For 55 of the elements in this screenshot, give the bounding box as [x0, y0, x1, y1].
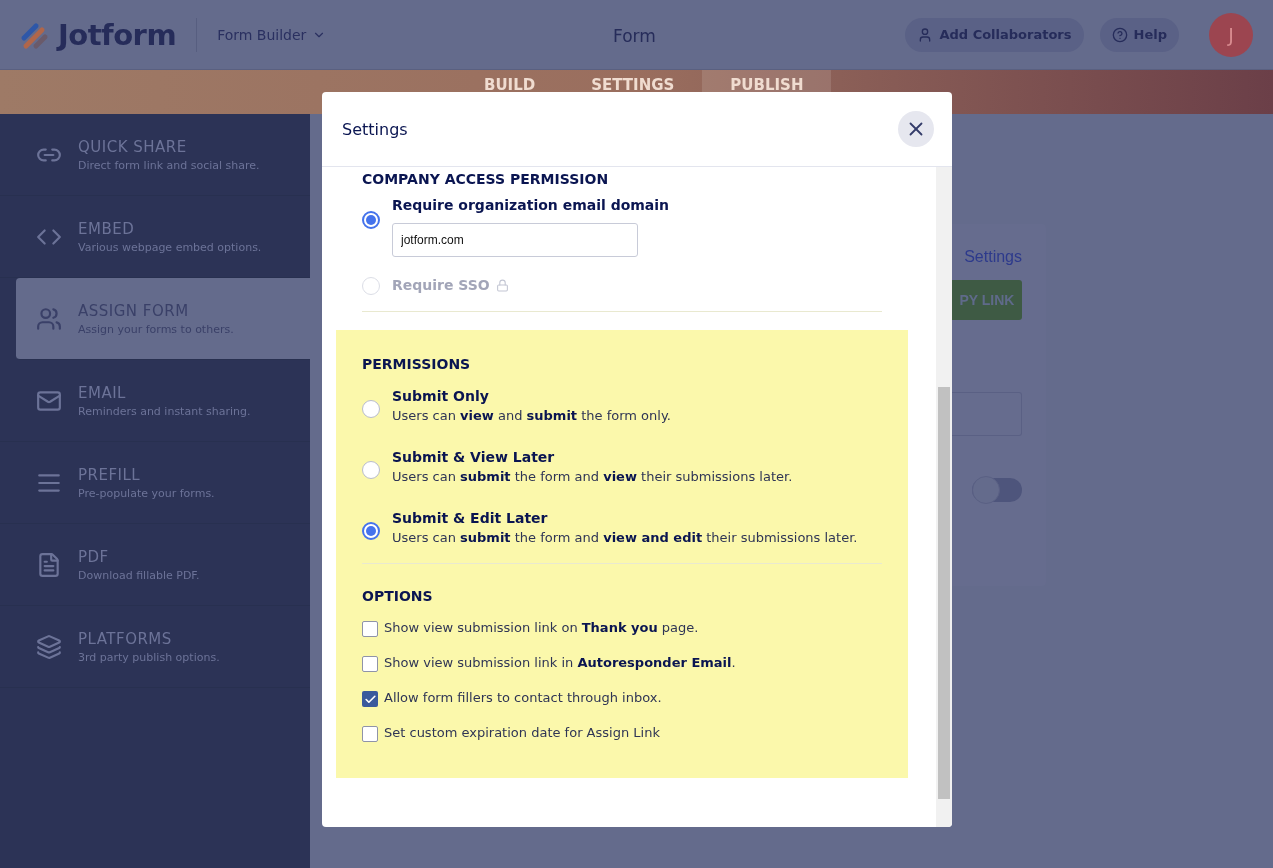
users-icon [36, 305, 62, 332]
option-label: Submit Only [392, 388, 490, 404]
scrollbar[interactable] [936, 167, 952, 827]
sidebar-item[interactable]: PDF Download fillable PDF. [0, 524, 310, 606]
logo-text: Jotform [58, 17, 177, 52]
domain-input[interactable]: jotform.com [392, 223, 638, 257]
section-title: COMPANY ACCESS PERMISSION [362, 171, 610, 187]
radio-button[interactable] [362, 461, 380, 479]
option-description: Users can submit the form and view their submissions later. [392, 469, 793, 484]
sidebar-item-subtitle: Various webpage embed options. [78, 240, 262, 254]
checkbox[interactable] [362, 656, 378, 672]
radio-button[interactable] [362, 522, 380, 540]
sidebar-item-subtitle: Pre-populate your forms. [78, 486, 215, 500]
sidebar-item[interactable]: EMAIL Reminders and instant sharing. [0, 360, 310, 442]
section-title: PERMISSIONS [362, 356, 472, 372]
checkbox-label: Show view submission link in Autoresponder Email. [384, 655, 736, 670]
option-description: Users can view and submit the form only. [392, 408, 671, 423]
sidebar-item-title: EMBED [78, 219, 136, 238]
radio-button[interactable] [362, 400, 380, 418]
layers-icon [36, 633, 62, 660]
option-label: Submit & Edit Later [392, 510, 549, 526]
checkbox-label: Show view submission link on Thank you page. [384, 620, 699, 635]
checkbox[interactable] [362, 621, 378, 637]
settings-link[interactable]: Settings [964, 248, 1022, 266]
option-label: Submit & View Later [392, 449, 556, 465]
sidebar-item[interactable]: PLATFORMS 3rd party publish options. [0, 606, 310, 688]
option-label: Require organization email domain [392, 197, 670, 213]
dialog-title: Settings [342, 119, 408, 139]
sidebar-item-title: EMAIL [78, 383, 127, 402]
radio-button[interactable] [362, 211, 380, 229]
user-avatar[interactable]: J [1209, 12, 1253, 57]
sidebar-item-subtitle: 3rd party publish options. [78, 650, 220, 664]
form-builder-dropdown[interactable]: Form Builder [217, 26, 327, 43]
sidebar-item-title: PDF [78, 547, 110, 566]
close-button[interactable] [898, 111, 934, 147]
option-description: Users can submit the form and view and edit their submissions later. [392, 530, 858, 545]
sidebar-item-subtitle: Download fillable PDF. [78, 568, 200, 582]
sidebar-item-subtitle: Direct form link and social share. [78, 158, 260, 172]
sidebar-item[interactable]: PREFILL Pre-populate your forms. [0, 442, 310, 524]
checkbox-label: Set custom expiration date for Assign Link [384, 725, 660, 740]
form-title: Form [613, 26, 656, 46]
checkbox[interactable] [362, 691, 378, 707]
help-icon [1111, 26, 1128, 43]
sidebar-item-title: PLATFORMS [78, 629, 173, 648]
sidebar-item-title: PREFILL [78, 465, 142, 484]
checkbox[interactable] [362, 726, 378, 742]
sidebar-item[interactable]: QUICK SHARE Direct form link and social share. [0, 114, 310, 196]
section-title: OPTIONS [362, 588, 434, 604]
sidebar-item-title: QUICK SHARE [78, 137, 188, 156]
toggle-switch[interactable] [972, 478, 1022, 502]
sidebar-item-subtitle: Reminders and instant sharing. [78, 404, 251, 418]
option-label: Require SSO [392, 277, 509, 293]
pdf-icon [36, 551, 62, 578]
checkbox-label: Allow form fillers to contact through inbox. [384, 690, 662, 705]
copy-link-button[interactable]: PY LINK [952, 280, 1022, 320]
